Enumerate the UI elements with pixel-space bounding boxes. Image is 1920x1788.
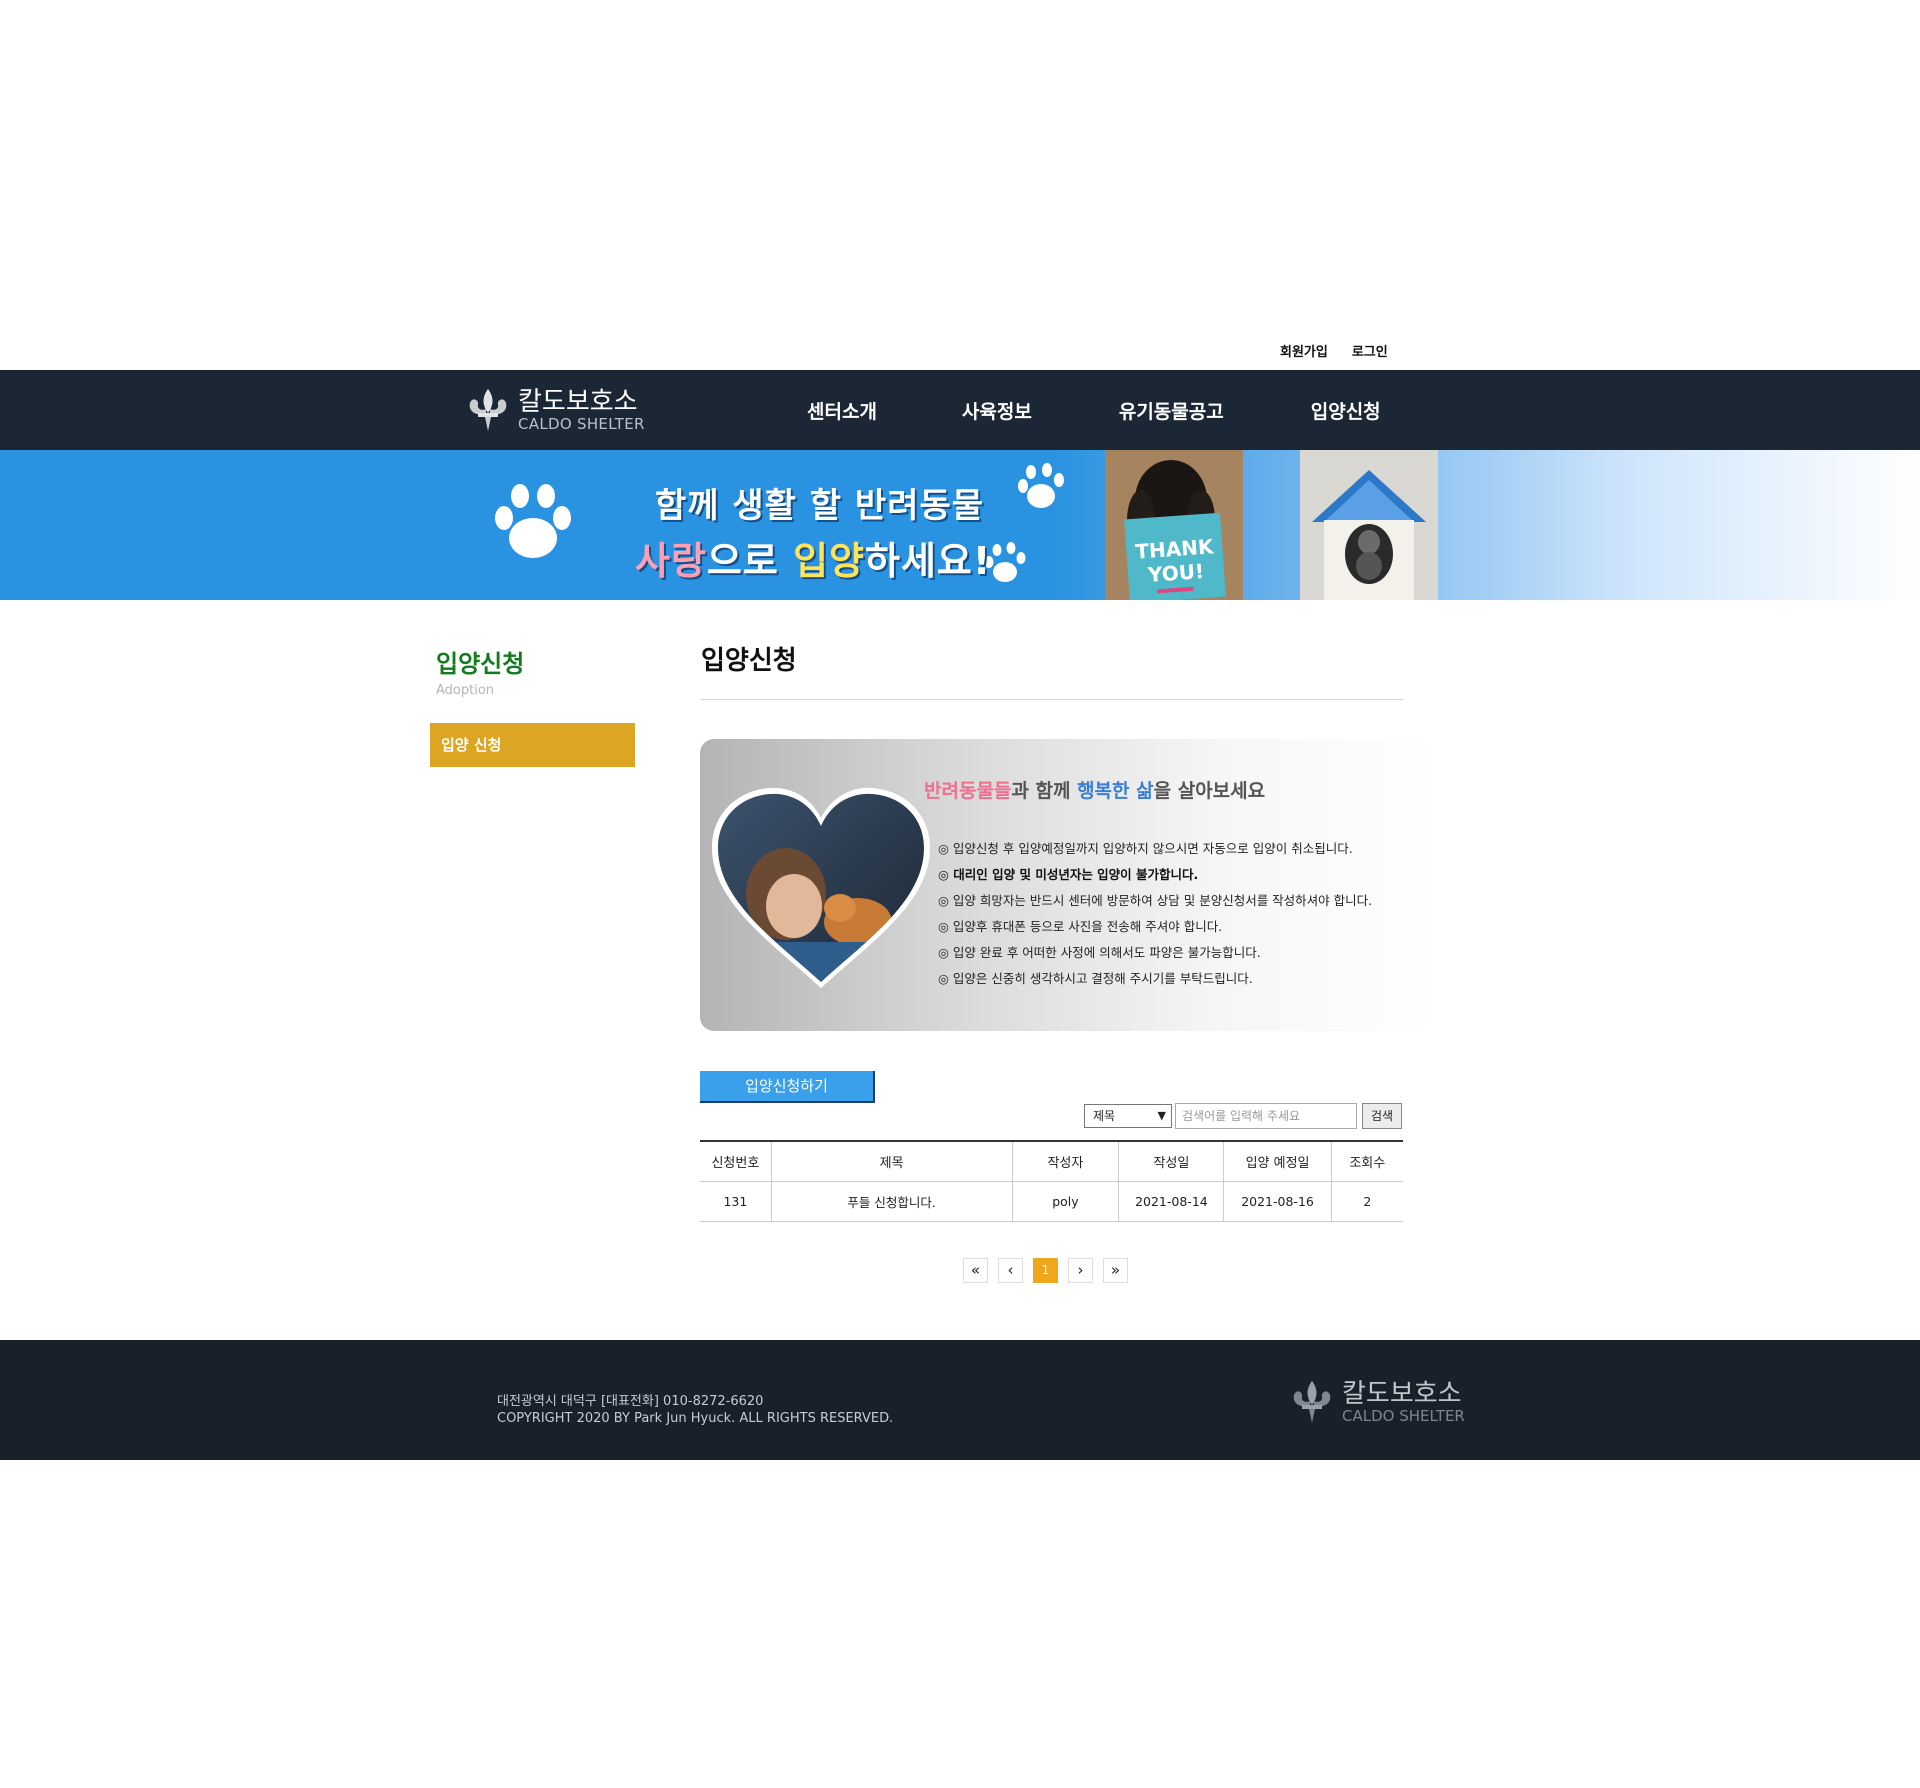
search-button[interactable]: 검색 bbox=[1362, 1103, 1402, 1129]
notice-line: ◎ 입양 완료 후 어떠한 사정에 의해서도 파양은 불가능합니다. bbox=[938, 945, 1261, 960]
page-title: 입양신청 bbox=[701, 646, 797, 676]
banner-headline-2: 사랑으로 입양하세요! bbox=[635, 530, 991, 585]
col-header-title: 제목 bbox=[770, 1141, 1012, 1182]
logo-name-ko: 칼도보호소 bbox=[518, 387, 638, 417]
site-logo[interactable]: 칼도보호소 CALDO SHELTER bbox=[466, 384, 666, 436]
paw-prints-icon bbox=[1018, 463, 1064, 508]
banner-love: 사랑 bbox=[635, 539, 707, 583]
logo-name-en: CALDO SHELTER bbox=[518, 415, 645, 433]
col-header-adopt-date: 입양 예정일 bbox=[1223, 1141, 1332, 1182]
fleur-de-lis-icon bbox=[469, 389, 507, 431]
notice-line: ◎ 입양은 신중히 생각하시고 결정해 주시기를 부탁드립니다. bbox=[938, 971, 1253, 986]
page-prev-button[interactable]: ‹ bbox=[998, 1258, 1023, 1283]
notice-line: ◎ 입양 희망자는 반드시 센터에 방문하여 상담 및 분양신청서를 작성하셔야… bbox=[938, 893, 1373, 908]
main-nav: 센터소개 사육정보 유기동물공고 입양신청 bbox=[780, 370, 1381, 450]
table-row[interactable]: 131 푸들 신청합니다. poly 2021-08-14 2021-08-16… bbox=[700, 1181, 1403, 1222]
search-field-value: 제목 bbox=[1093, 1109, 1116, 1123]
title-divider bbox=[701, 699, 1403, 700]
nav-item-care[interactable]: 사육정보 bbox=[962, 397, 1032, 424]
cell-writer: poly bbox=[1011, 1181, 1119, 1222]
dog-house-photo bbox=[1300, 450, 1438, 600]
page-current-button[interactable]: 1 bbox=[1033, 1258, 1058, 1283]
footer-logo-name-en: CALDO SHELTER bbox=[1342, 1407, 1465, 1425]
banner-headline-1: 함께 생활 할 반려동물 bbox=[655, 486, 985, 526]
col-header-date: 작성일 bbox=[1118, 1141, 1224, 1182]
sidebar-title: 입양신청 bbox=[436, 650, 525, 678]
footer-copyright: COPYRIGHT 2020 BY Park Jun Hyuck. ALL RI… bbox=[497, 1411, 894, 1426]
banner-with: 으로 bbox=[706, 539, 794, 583]
search-field-select[interactable]: 제목 ▼ bbox=[1084, 1104, 1172, 1128]
banner-please: 하세요! bbox=[865, 539, 992, 583]
table-header-row: 신청번호 제목 작성자 작성일 입양 예정일 조회수 bbox=[700, 1141, 1403, 1182]
nav-item-center[interactable]: 센터소개 bbox=[807, 397, 877, 424]
footer-logo-name-ko: 칼도보호소 bbox=[1342, 1379, 1462, 1409]
col-header-number: 신청번호 bbox=[700, 1141, 772, 1182]
footer-address: 대전광역시 대덕구 [대표전화] 010-8272-6620 bbox=[497, 1394, 764, 1409]
notice-line: ◎ 대리인 입양 및 미성년자는 입양이 불가합니다. bbox=[938, 867, 1199, 882]
page-first-button[interactable]: « bbox=[963, 1258, 988, 1283]
svg-text:YOU!: YOU! bbox=[1146, 559, 1205, 587]
cell-title-link[interactable]: 푸들 신청합니다. bbox=[770, 1181, 1012, 1222]
col-header-views: 조회수 bbox=[1330, 1141, 1403, 1182]
notice-line: ◎ 입양후 휴대폰 등으로 사진을 전송해 주셔야 합니다. bbox=[938, 919, 1223, 934]
nav-item-adoption[interactable]: 입양신청 bbox=[1311, 397, 1381, 424]
fleur-de-lis-icon bbox=[1293, 1381, 1331, 1423]
search-input[interactable] bbox=[1175, 1103, 1357, 1129]
headline-pets: 반려동물들 bbox=[924, 780, 1012, 802]
login-link[interactable]: 로그인 bbox=[1352, 341, 1388, 363]
cell-views: 2 bbox=[1330, 1181, 1403, 1222]
col-header-writer: 작성자 bbox=[1011, 1141, 1119, 1182]
cell-date: 2021-08-14 bbox=[1118, 1181, 1224, 1222]
page-last-button[interactable]: » bbox=[1103, 1258, 1128, 1283]
notice-line: ◎ 입양신청 후 입양예정일까지 입양하지 않으시면 자동으로 입양이 취소됩니… bbox=[938, 841, 1353, 856]
page-next-button[interactable]: › bbox=[1068, 1258, 1093, 1283]
headline-happy: 행복한 삶 bbox=[1077, 780, 1154, 802]
adoption-table: 신청번호 제목 작성자 작성일 입양 예정일 조회수 131 푸들 신청합니다.… bbox=[700, 1140, 1403, 1222]
paw-icon bbox=[495, 484, 571, 558]
footer bbox=[0, 1340, 1920, 1460]
headline-with: 과 함께 bbox=[1011, 780, 1078, 802]
nav-item-notice[interactable]: 유기동물공고 bbox=[1119, 397, 1224, 424]
footer-logo: 칼도보호소 CALDO SHELTER bbox=[1290, 1379, 1465, 1425]
dog-thank-you-photo: THANK YOU! bbox=[1105, 450, 1243, 600]
banner-adopt: 입양 bbox=[793, 539, 865, 583]
pagination: « ‹ 1 › » bbox=[963, 1258, 1128, 1283]
signup-link[interactable]: 회원가입 bbox=[1280, 341, 1328, 363]
child-cat-heart-image bbox=[712, 787, 930, 988]
sidebar-item-adoption[interactable]: 입양 신청 bbox=[430, 723, 635, 767]
sidebar-subtitle: Adoption bbox=[436, 683, 495, 698]
chevron-down-icon: ▼ bbox=[1157, 1109, 1166, 1122]
info-headline: 반려동물들과 함께 행복한 삶을 살아보세요 bbox=[924, 776, 1265, 803]
cell-number: 131 bbox=[700, 1181, 772, 1222]
apply-adoption-button[interactable]: 입양신청하기 bbox=[700, 1071, 875, 1103]
utility-links: 회원가입 로그인 bbox=[1280, 341, 1400, 363]
cell-adopt-date: 2021-08-16 bbox=[1223, 1181, 1332, 1222]
headline-live: 을 살아보세요 bbox=[1153, 780, 1266, 802]
